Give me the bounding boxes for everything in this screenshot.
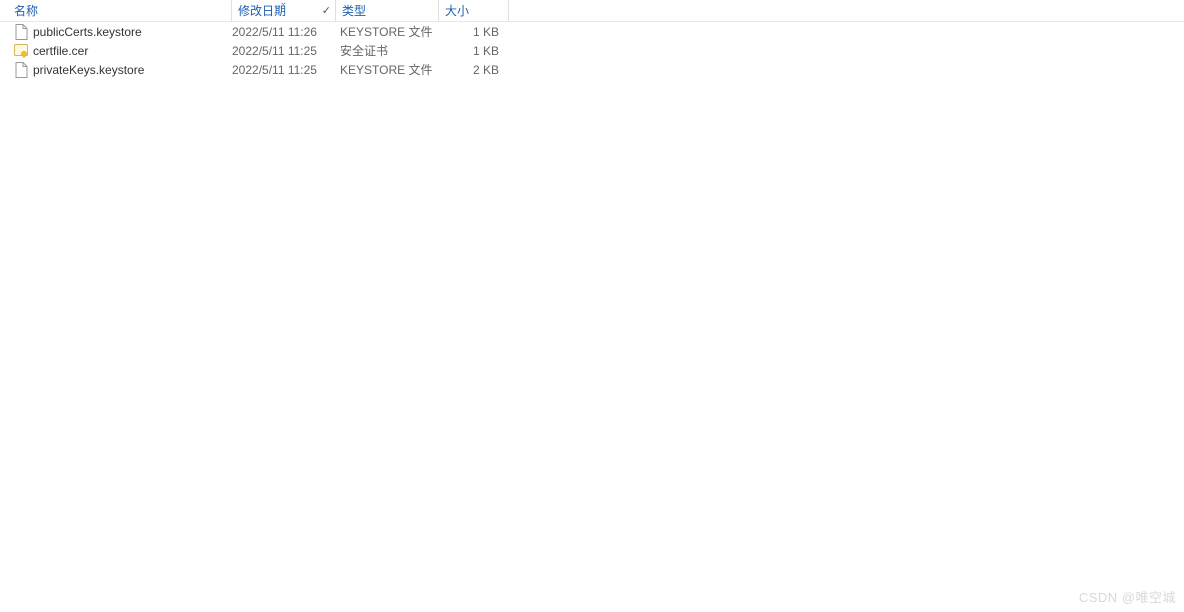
column-size-label: 大小 — [445, 2, 469, 19]
file-list: publicCerts.keystore2022/5/11 11:26KEYST… — [0, 22, 1184, 79]
file-name-cell: publicCerts.keystore — [0, 24, 232, 40]
certificate-icon — [14, 43, 28, 59]
file-row[interactable]: certfile.cer 2022/5/11 11:25安全证书1 KB — [0, 41, 1184, 60]
column-type-label: 类型 — [342, 2, 366, 19]
file-name-cell: certfile.cer — [0, 43, 232, 59]
file-size-cell: 1 KB — [439, 25, 503, 39]
file-name-text: publicCerts.keystore — [33, 25, 142, 39]
file-icon — [14, 62, 28, 78]
column-header-type[interactable]: 类型 — [336, 0, 439, 21]
file-size-cell: 2 KB — [439, 63, 503, 77]
file-date-cell: 2022/5/11 11:26 — [232, 25, 336, 39]
file-name-cell: privateKeys.keystore — [0, 62, 232, 78]
column-header-size[interactable]: 大小 — [439, 0, 509, 21]
file-date-cell: 2022/5/11 11:25 — [232, 44, 336, 58]
file-icon — [14, 24, 28, 40]
sort-arrow-icon: ⌄ — [279, 0, 287, 8]
file-name-text: privateKeys.keystore — [33, 63, 144, 77]
file-type-cell: KEYSTORE 文件 — [336, 23, 439, 40]
file-name-text: certfile.cer — [33, 44, 88, 58]
file-type-cell: KEYSTORE 文件 — [336, 61, 439, 78]
file-date-cell: 2022/5/11 11:25 — [232, 63, 336, 77]
watermark-text: CSDN @唯空城 — [1079, 587, 1176, 606]
check-icon: ✓ — [322, 4, 331, 17]
column-header-row: 名称 ⌄ 修改日期 ✓ 类型 大小 — [0, 0, 1184, 22]
file-row[interactable]: publicCerts.keystore 2022/5/11 11:26KEYST… — [0, 22, 1184, 41]
column-header-name[interactable]: 名称 — [0, 0, 232, 21]
file-type-cell: 安全证书 — [336, 42, 439, 59]
column-header-date[interactable]: ⌄ 修改日期 ✓ — [232, 0, 336, 21]
column-name-label: 名称 — [14, 2, 38, 19]
file-row[interactable]: privateKeys.keystore 2022/5/11 11:25KEYST… — [0, 60, 1184, 79]
file-size-cell: 1 KB — [439, 44, 503, 58]
